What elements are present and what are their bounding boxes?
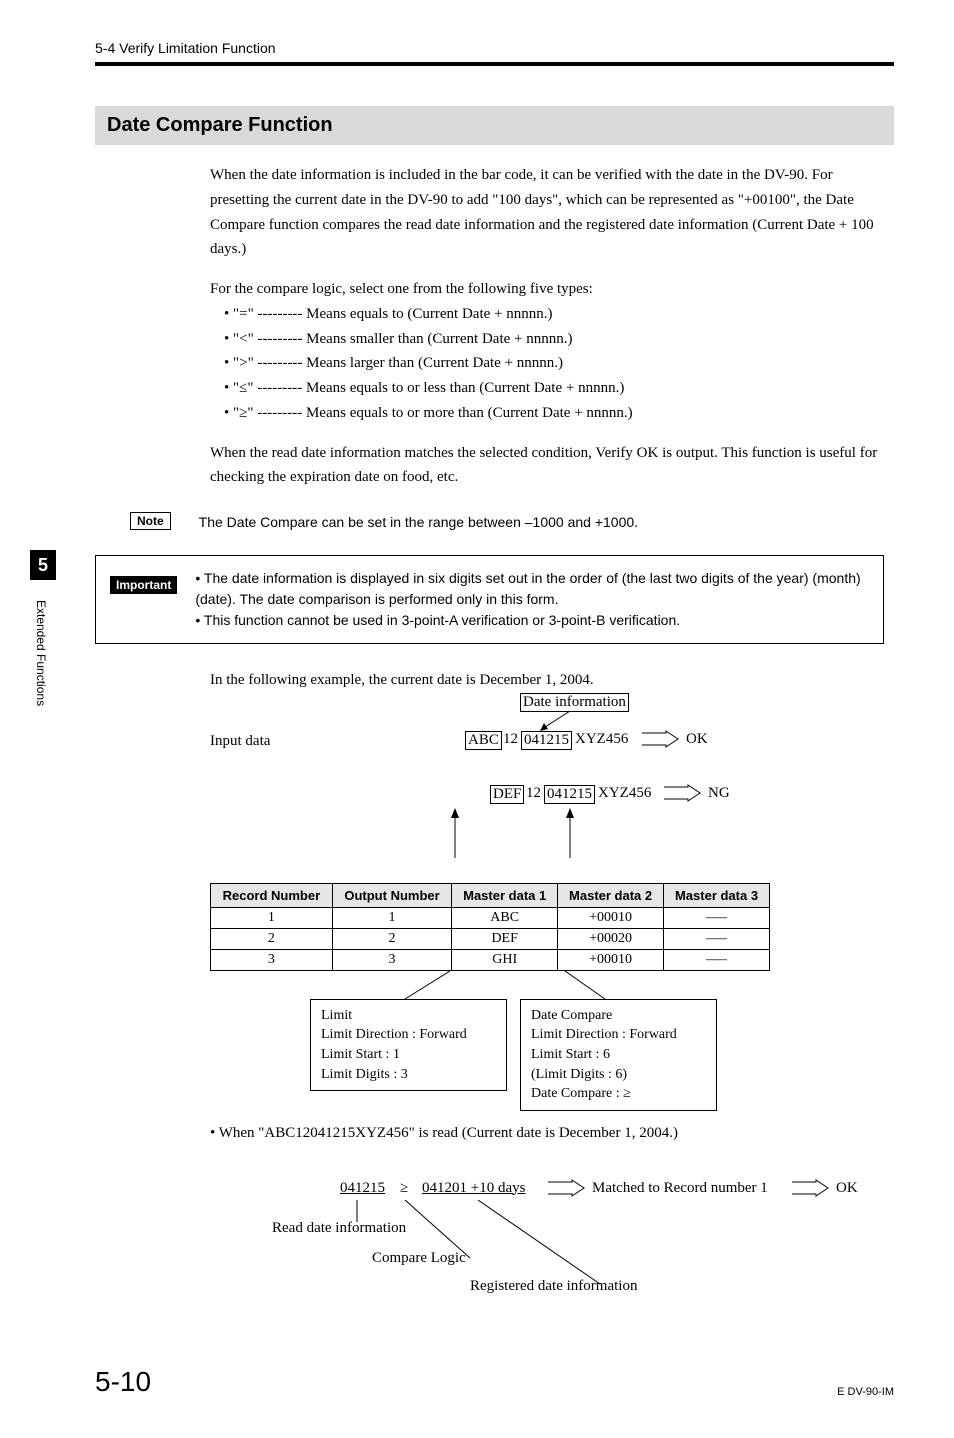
- dc-l1: Date Compare: [531, 1006, 706, 1026]
- matched-text: Matched to Record number 1: [592, 1180, 768, 1197]
- page-number: 5-10: [95, 1366, 151, 1398]
- table-row: 2 2 DEF +00020 —–: [211, 928, 770, 949]
- table-row: 1 1 ABC +00010 —–: [211, 907, 770, 928]
- important-item: This function cannot be used in 3-point-…: [195, 610, 869, 631]
- cell: GHI: [452, 949, 558, 970]
- read-date-value: 041215: [340, 1180, 385, 1197]
- bullet-icon: •: [210, 1125, 219, 1141]
- cell: 2: [211, 928, 333, 949]
- col-record-number: Record Number: [211, 883, 333, 907]
- cell: 1: [332, 907, 451, 928]
- intro-paragraph-2: For the compare logic, select one from t…: [210, 277, 884, 302]
- dc-l3: Limit Start : 6: [531, 1045, 706, 1065]
- important-item: The date information is displayed in six…: [195, 568, 869, 610]
- limit-settings-box: Limit Limit Direction : Forward Limit St…: [310, 999, 507, 1091]
- limit-l3: Limit Start : 1: [321, 1045, 496, 1065]
- registered-date-value: 041201 +10 days: [422, 1180, 525, 1197]
- logic-item: "≥" --------- Means equals to or more th…: [224, 401, 884, 426]
- logic-list: "=" --------- Means equals to (Current D…: [210, 302, 884, 426]
- input2-p3: XYZ456: [598, 785, 651, 802]
- connector-line: [470, 1200, 610, 1288]
- read-date-label: Read date information: [272, 1220, 406, 1237]
- date-info-label: Date information: [520, 693, 629, 712]
- input1-p3: XYZ456: [575, 731, 628, 748]
- when-read-text: When "ABC12041215XYZ456" is read (Curren…: [219, 1125, 678, 1141]
- date-compare-settings-box: Date Compare Limit Direction : Forward L…: [520, 999, 717, 1111]
- logic-item: "≤" --------- Means equals to or less th…: [224, 376, 884, 401]
- limit-l2: Limit Direction : Forward: [321, 1025, 496, 1045]
- cell: 1: [211, 907, 333, 928]
- important-list: The date information is displayed in six…: [195, 568, 869, 631]
- example-diagram: Date information Input data ABC 12 04121…: [210, 693, 894, 883]
- cell: +00010: [558, 907, 664, 928]
- input2-date: 041215: [544, 785, 595, 804]
- table-row: 3 3 GHI +00010 —–: [211, 949, 770, 970]
- header-rule: [95, 62, 894, 66]
- intro-paragraph-1: When the date information is included in…: [210, 163, 884, 262]
- logic-item: ">" --------- Means larger than (Current…: [224, 351, 884, 376]
- cell: 3: [332, 949, 451, 970]
- note-badge: Note: [130, 512, 171, 530]
- input1-date: 041215: [521, 731, 572, 750]
- important-block: Important The date information is displa…: [95, 555, 884, 644]
- connector-line: [400, 971, 480, 1001]
- cell: —–: [664, 907, 770, 928]
- col-master3: Master data 3: [664, 883, 770, 907]
- arrow-down-icon: [425, 808, 485, 868]
- ok-text: OK: [836, 1180, 858, 1197]
- col-master1: Master data 1: [452, 883, 558, 907]
- document-id: E DV-90-IM: [837, 1386, 894, 1398]
- settings-diagram: Limit Limit Direction : Forward Limit St…: [210, 971, 894, 1111]
- note-text: The Date Compare can be set in the range…: [199, 512, 638, 533]
- input2-p2: 12: [526, 785, 541, 802]
- registered-date-label: Registered date information: [470, 1278, 637, 1295]
- compare-operator: ≥: [400, 1180, 408, 1197]
- input1-p2: 12: [503, 731, 518, 748]
- limit-l4: Limit Digits : 3: [321, 1065, 496, 1085]
- input1-p1: ABC: [465, 731, 502, 750]
- cell: +00010: [558, 949, 664, 970]
- cell: ABC: [452, 907, 558, 928]
- cell: —–: [664, 949, 770, 970]
- logic-item: "=" --------- Means equals to (Current D…: [224, 302, 884, 327]
- logic-item: "<" --------- Means smaller than (Curren…: [224, 327, 884, 352]
- running-header: 5-4 Verify Limitation Function: [95, 40, 894, 56]
- comparison-explain-diagram: 041215 ≥ 041201 +10 days Matched to Reco…: [210, 1166, 894, 1326]
- cell: 3: [211, 949, 333, 970]
- col-output-number: Output Number: [332, 883, 451, 907]
- cell: DEF: [452, 928, 558, 949]
- arrow-icon: [640, 729, 680, 754]
- connector-line: [560, 971, 640, 1001]
- arrow-to-date-icon: [540, 711, 600, 731]
- input1-result: OK: [686, 731, 708, 748]
- dc-l2: Limit Direction : Forward: [531, 1025, 706, 1045]
- chapter-tab: 5: [30, 550, 56, 580]
- dc-l4: (Limit Digits : 6): [531, 1065, 706, 1085]
- chapter-side-label: Extended Functions: [34, 600, 48, 706]
- arrow-down-icon: [540, 808, 600, 868]
- page-footer: 5-10 E DV-90-IM: [95, 1366, 894, 1398]
- section-title: Date Compare Function: [95, 106, 894, 145]
- limit-l1: Limit: [321, 1006, 496, 1026]
- compare-logic-label: Compare Logic: [372, 1250, 466, 1267]
- important-badge: Important: [110, 576, 177, 594]
- note-block: Note The Date Compare can be set in the …: [130, 512, 894, 533]
- input2-p1: DEF: [490, 785, 524, 804]
- col-master2: Master data 2: [558, 883, 664, 907]
- arrow-icon: [790, 1178, 830, 1203]
- example-intro: In the following example, the current da…: [210, 668, 884, 693]
- master-data-table: Record Number Output Number Master data …: [210, 883, 770, 971]
- input2-result: NG: [708, 785, 730, 802]
- dc-l5: Date Compare : ≥: [531, 1084, 706, 1104]
- cell: +00020: [558, 928, 664, 949]
- intro-paragraph-3: When the read date information matches t…: [210, 441, 884, 491]
- arrow-icon: [662, 783, 702, 808]
- cell: 2: [332, 928, 451, 949]
- input-data-label: Input data: [210, 733, 270, 750]
- cell: —–: [664, 928, 770, 949]
